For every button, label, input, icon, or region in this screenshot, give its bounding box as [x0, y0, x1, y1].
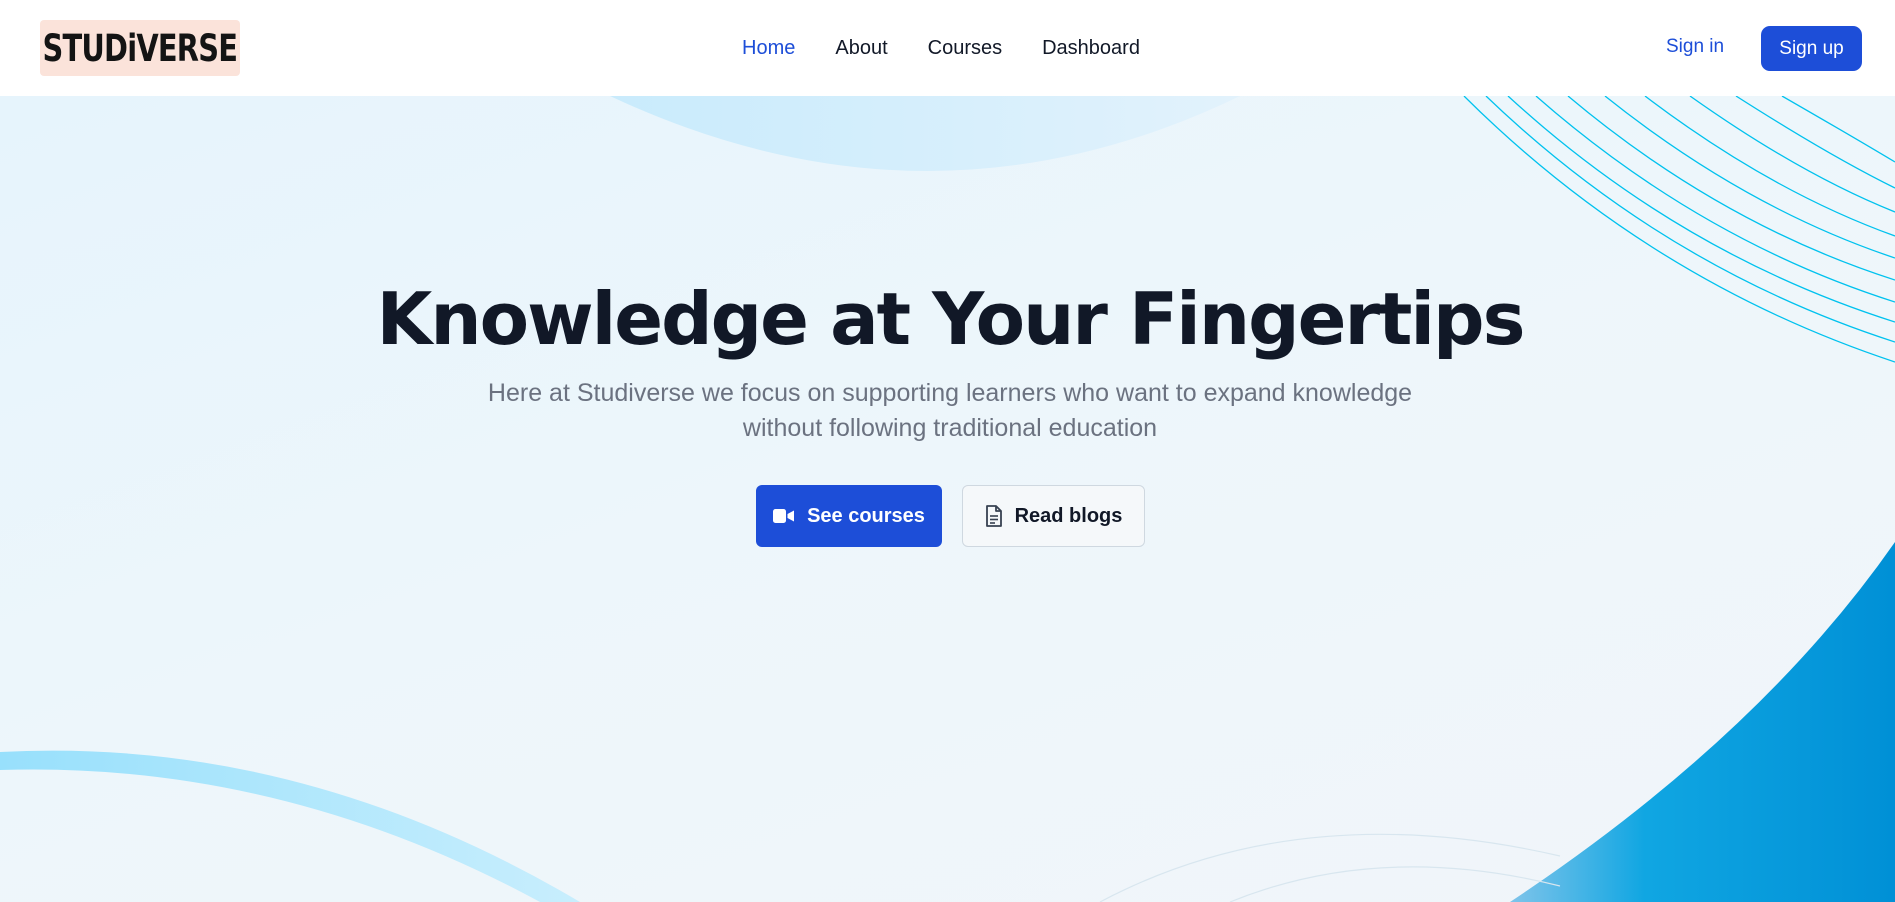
site-header: STUDiVERSE Home About Courses Dashboard … — [0, 0, 1895, 96]
read-blogs-button[interactable]: Read blogs — [962, 485, 1145, 547]
hero-background-decoration — [0, 96, 1895, 902]
top-blob-shape — [610, 96, 1240, 171]
see-courses-button[interactable]: See courses — [756, 485, 942, 547]
hero-title: Knowledge at Your Fingertips — [376, 277, 1526, 361]
main-nav: Home About Courses Dashboard — [742, 0, 1140, 96]
nav-link-home[interactable]: Home — [742, 37, 795, 60]
corner-blue-shape — [1510, 542, 1895, 902]
see-courses-label: See courses — [807, 504, 925, 527]
hero-subtitle: Here at Studiverse we focus on supportin… — [487, 379, 1413, 442]
video-camera-icon — [773, 508, 795, 524]
logo-text: STUDiVERSE — [42, 26, 239, 70]
nav-link-about[interactable]: About — [835, 37, 887, 60]
sign-in-link[interactable]: Sign in — [1666, 36, 1724, 58]
faint-bottom-lines — [1099, 833, 1561, 902]
document-icon — [985, 505, 1003, 527]
studiverse-logo[interactable]: STUDiVERSE — [40, 20, 240, 76]
read-blogs-label: Read blogs — [1014, 504, 1123, 527]
nav-link-dashboard[interactable]: Dashboard — [1042, 37, 1140, 60]
bottom-left-arc-band — [0, 750, 580, 902]
nav-link-courses[interactable]: Courses — [928, 37, 1002, 60]
hero-section: Knowledge at Your Fingertips Here at Stu… — [0, 96, 1895, 902]
sign-up-button[interactable]: Sign up — [1761, 26, 1862, 71]
